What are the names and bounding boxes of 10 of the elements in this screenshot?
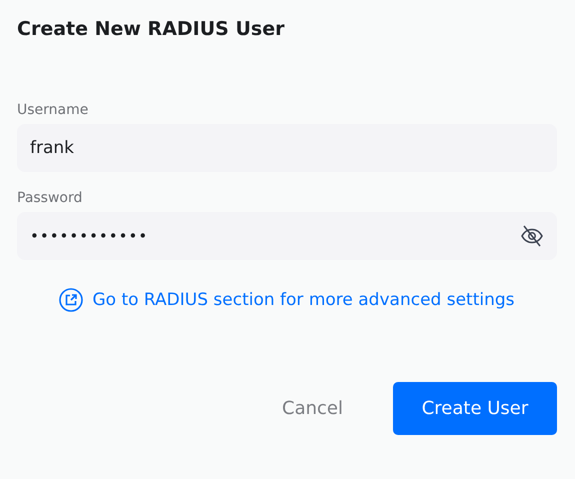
external-link-icon [59,288,84,312]
dialog-title: Create New RADIUS User [17,17,286,42]
eye-slash-icon[interactable] [520,225,544,247]
password-field[interactable]: •••••••••••• [17,212,557,260]
radius-section-link[interactable]: Go to RADIUS section for more advanced settings [59,288,515,312]
create-button[interactable]: Create User [393,382,557,435]
cancel-button[interactable]: Cancel [260,388,365,429]
input-field[interactable]: frank [17,124,557,172]
field-label: Password [17,189,84,208]
field-label: Username [17,101,90,120]
